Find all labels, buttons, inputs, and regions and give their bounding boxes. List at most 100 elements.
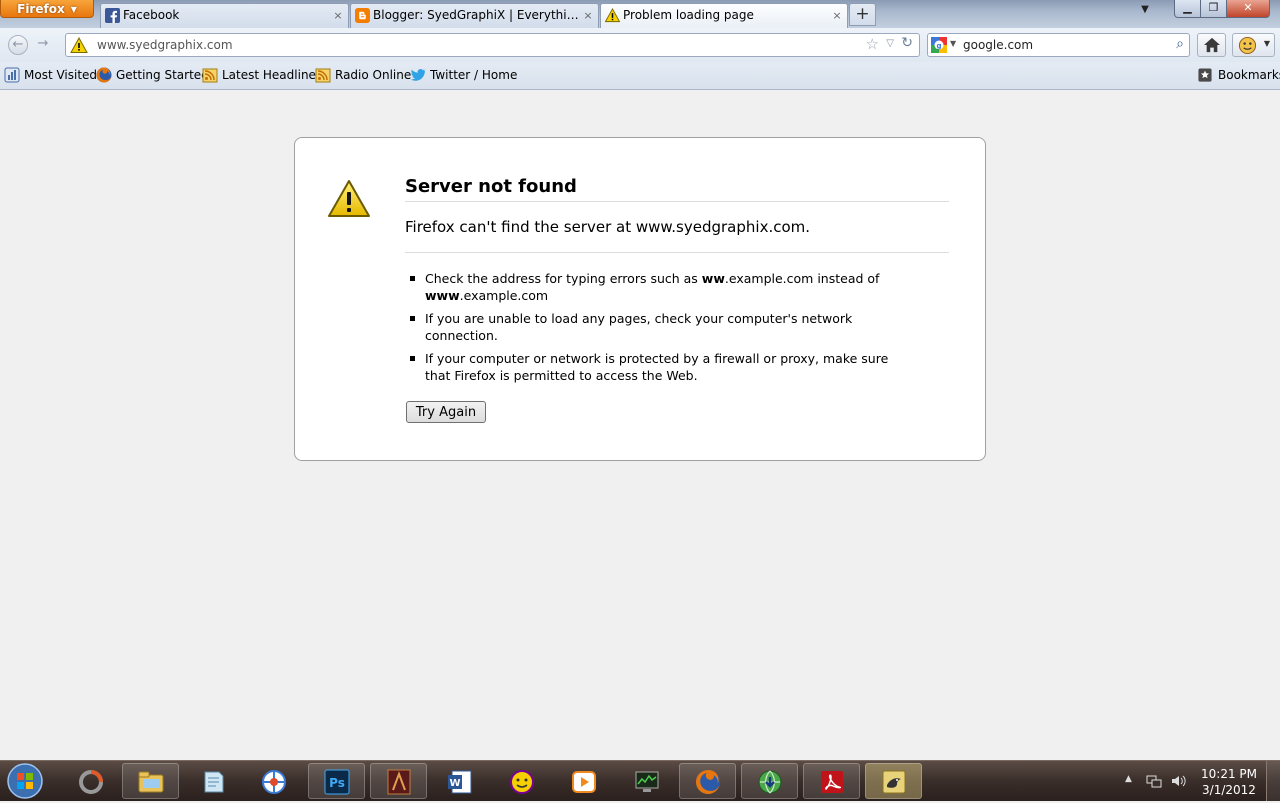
warning-icon xyxy=(70,37,88,53)
page-content: Server not found Firefox can't find the … xyxy=(0,90,1280,740)
system-monitor-icon xyxy=(635,771,659,792)
taskbar-app-adobe-reader[interactable] xyxy=(803,763,860,799)
url-text[interactable]: www.syedgraphix.com xyxy=(97,34,233,56)
network-icon[interactable] xyxy=(1146,773,1162,789)
taskbar-app-notes[interactable] xyxy=(184,763,241,799)
start-button[interactable] xyxy=(3,762,47,800)
show-desktop-button[interactable] xyxy=(1266,761,1280,801)
error-short-description: Firefox can't find the server at www.sye… xyxy=(405,218,949,253)
taskbar-app-media-player[interactable] xyxy=(555,763,612,799)
warning-icon xyxy=(605,8,620,23)
svg-text:W: W xyxy=(449,778,460,789)
bookmark-label: Radio Online xyxy=(335,68,412,82)
taskbar-app-download-manager[interactable] xyxy=(741,763,798,799)
error-suggestions-list: Check the address for typing errors such… xyxy=(405,270,905,390)
yahoo-messenger-icon xyxy=(510,770,534,794)
bookmarks-toolbar: Most Visited Getting Started Latest Head… xyxy=(0,62,1280,90)
forward-button[interactable]: → xyxy=(33,35,53,55)
bookmarks-menu-label: Bookmarks xyxy=(1218,68,1280,82)
blogger-icon xyxy=(355,8,370,23)
list-all-tabs-icon[interactable]: ▼ xyxy=(1136,4,1154,15)
taskbar-app-photoshop[interactable]: Ps xyxy=(308,763,365,799)
taskbar-app-word[interactable]: W xyxy=(431,763,488,799)
addon-face-icon xyxy=(1238,36,1257,55)
google-icon[interactable]: g xyxy=(931,37,947,53)
maximize-button[interactable]: ❐ xyxy=(1200,0,1227,18)
taskbar-app-yahoo-messenger[interactable] xyxy=(493,763,550,799)
taskbar: Ps W ▲ 10:21 PM 3/1/2012 xyxy=(0,760,1280,801)
tab-title: Problem loading page xyxy=(623,8,754,22)
firefox-icon xyxy=(96,67,112,83)
error-title: Server not found xyxy=(405,176,949,202)
navigation-toolbar: ← → www.syedgraphix.com ☆ ▽ ↻ g ▼ google… xyxy=(0,28,1280,63)
clock-date[interactable]: 3/1/2012 xyxy=(1196,783,1262,797)
bookmark-label: Twitter / Home xyxy=(430,68,518,82)
title-bar: Firefox ▼ Facebook × Blogger: SyedGraphiX… xyxy=(0,0,1280,29)
taskbar-app-pidgin[interactable] xyxy=(865,763,922,799)
home-icon xyxy=(1204,37,1220,53)
media-player-icon xyxy=(572,771,596,793)
taskbar-app-firefox[interactable] xyxy=(679,763,736,799)
warning-icon xyxy=(328,180,370,217)
search-input[interactable]: google.com xyxy=(963,34,1033,56)
download-manager-icon xyxy=(758,770,782,794)
addon-button[interactable]: ▼ xyxy=(1232,33,1275,57)
close-icon[interactable]: × xyxy=(831,4,843,27)
taskbar-app-system-monitor[interactable] xyxy=(618,763,675,799)
history-dropdown-icon[interactable]: ▽ xyxy=(886,38,894,49)
list-item: If your computer or network is protected… xyxy=(405,350,905,384)
chevron-down-icon: ▼ xyxy=(70,5,77,14)
tab-title: Facebook xyxy=(123,8,180,22)
close-icon[interactable]: × xyxy=(582,4,594,27)
try-again-button[interactable]: Try Again xyxy=(406,401,486,423)
media-center-icon xyxy=(262,770,286,794)
reload-icon[interactable]: ↻ xyxy=(901,35,913,51)
bookmark-label: Most Visited xyxy=(24,68,98,82)
rss-icon xyxy=(315,68,331,83)
folder-icon xyxy=(138,771,164,793)
close-window-button[interactable]: ✕ xyxy=(1226,0,1270,18)
loading-spinner-icon xyxy=(79,770,103,794)
rss-icon xyxy=(202,68,218,83)
chevron-down-icon[interactable]: ▼ xyxy=(1264,39,1270,48)
tab-facebook[interactable]: Facebook × xyxy=(100,3,349,28)
clock-time[interactable]: 10:21 PM xyxy=(1196,767,1262,781)
list-item: Check the address for typing errors such… xyxy=(405,270,905,304)
back-button[interactable]: ← xyxy=(8,35,28,55)
show-hidden-icons-button[interactable]: ▲ xyxy=(1125,774,1132,784)
firefox-icon xyxy=(695,770,720,794)
word-icon: W xyxy=(448,770,472,794)
game-icon xyxy=(387,769,411,795)
firefox-menu-button[interactable]: Firefox ▼ xyxy=(0,0,94,18)
url-bar[interactable]: www.syedgraphix.com ☆ ▽ ↻ xyxy=(65,33,920,57)
bookmarks-star-icon xyxy=(1198,68,1212,82)
minimize-button[interactable]: ▁ xyxy=(1174,0,1201,18)
close-icon[interactable]: × xyxy=(332,4,344,27)
home-button[interactable] xyxy=(1197,33,1226,57)
twitter-icon xyxy=(410,69,426,81)
search-bar[interactable]: g ▼ google.com ⌕ xyxy=(927,33,1190,57)
list-item: If you are unable to load any pages, che… xyxy=(405,310,905,344)
tab-problem-loading[interactable]: Problem loading page × xyxy=(600,3,848,29)
taskbar-app-game[interactable] xyxy=(370,763,427,799)
chevron-down-icon[interactable]: ▼ xyxy=(950,39,956,48)
notepad-icon xyxy=(204,771,224,793)
most-visited-icon xyxy=(4,67,20,83)
adobe-reader-icon xyxy=(821,771,843,793)
tab-blogger[interactable]: Blogger: SyedGraphiX | Everything in ...… xyxy=(350,3,599,28)
bookmark-label: Latest Headlines xyxy=(222,68,323,82)
bookmark-star-icon[interactable]: ☆ xyxy=(866,35,879,53)
taskbar-app-media-center[interactable] xyxy=(245,763,302,799)
tab-title: Blogger: SyedGraphiX | Everything in ... xyxy=(373,8,580,22)
taskbar-app-explorer[interactable] xyxy=(122,763,179,799)
volume-icon[interactable] xyxy=(1170,773,1186,789)
arrow-left-icon: ← xyxy=(12,37,24,52)
new-tab-button[interactable]: + xyxy=(849,3,876,26)
facebook-icon xyxy=(105,8,120,23)
search-icon[interactable]: ⌕ xyxy=(1176,36,1184,52)
error-box: Server not found Firefox can't find the … xyxy=(294,137,986,461)
taskbar-app-spinner[interactable] xyxy=(62,763,119,799)
svg-text:g: g xyxy=(936,42,941,50)
bookmark-label: Getting Started xyxy=(116,68,209,82)
photoshop-icon: Ps xyxy=(324,769,350,795)
